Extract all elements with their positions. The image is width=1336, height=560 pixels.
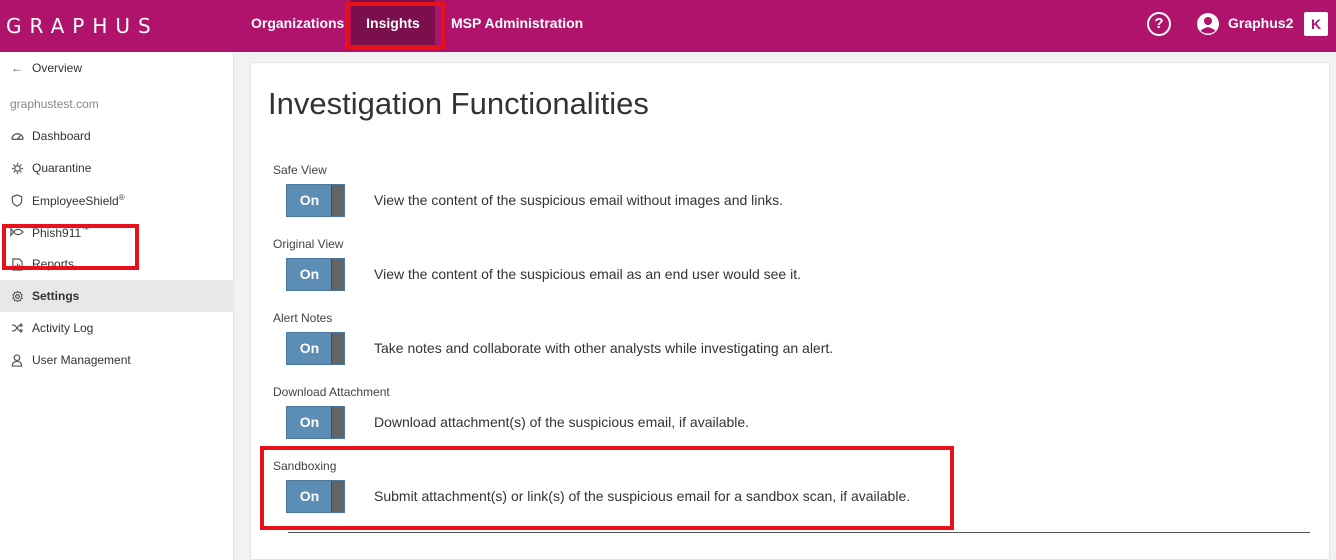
sidebar-item-dashboard[interactable]: Dashboard: [0, 120, 234, 152]
sidebar-item-quarantine[interactable]: Quarantine: [0, 152, 234, 184]
toggle-knob: [331, 333, 344, 364]
sidebar-item-settings[interactable]: Settings: [0, 280, 234, 312]
user-icon: [10, 353, 24, 367]
nav-organizations[interactable]: Organizations: [251, 0, 344, 46]
sidebar-back-overview[interactable]: ← Overview: [0, 52, 234, 84]
sidebar-item-label: Settings: [32, 289, 80, 303]
shuffle-icon: [10, 321, 24, 335]
toggle-alert-notes[interactable]: On: [286, 332, 345, 365]
sidebar-back-label: Overview: [32, 61, 83, 75]
toggle-state: On: [299, 414, 320, 430]
sidebar-item-label: User Management: [32, 353, 131, 367]
divider: [288, 532, 1310, 533]
feature-label-download-attachment: Download Attachment: [273, 385, 390, 399]
sidebar-item-label: Activity Log: [32, 321, 94, 335]
feature-desc-download-attachment: Download attachment(s) of the suspicious…: [374, 414, 750, 430]
nav-msp-administration[interactable]: MSP Administration: [451, 0, 583, 46]
toggle-state: On: [299, 192, 320, 208]
sidebar-item-label: EmployeeShield®: [32, 192, 125, 208]
sidebar-item-user-management[interactable]: User Management: [0, 344, 234, 376]
dashboard-icon: [10, 129, 24, 143]
help-icon[interactable]: ?: [1147, 12, 1171, 36]
gear-icon: [10, 289, 24, 303]
top-bar: GRAPHUS Organizations Insights MSP Admin…: [0, 0, 1336, 52]
feature-label-original-view: Original View: [273, 237, 344, 251]
kaseya-logo-icon[interactable]: K: [1304, 12, 1328, 36]
sidebar-domain: graphustest.com: [10, 97, 99, 111]
feature-desc-original-view: View the content of the suspicious email…: [374, 266, 801, 282]
toggle-original-view[interactable]: On: [286, 258, 345, 291]
toggle-knob: [331, 185, 344, 216]
toggle-knob: [331, 259, 344, 290]
toggle-state: On: [299, 340, 320, 356]
toggle-safe-view[interactable]: On: [286, 184, 345, 217]
sidebar-item-label: Quarantine: [32, 161, 92, 175]
toggle-download-attachment[interactable]: On: [286, 406, 345, 439]
sidebar: ← Overview graphustest.com Dashboard Qua…: [0, 52, 234, 560]
highlight-sandboxing: [260, 446, 954, 530]
highlight-insights: [345, 2, 445, 49]
logo-text: GRAPHUS: [6, 14, 159, 38]
shield-icon: [10, 193, 24, 207]
back-arrow-icon: ←: [11, 61, 23, 75]
feature-desc-alert-notes: Take notes and collaborate with other an…: [374, 340, 834, 356]
feature-desc-safe-view: View the content of the suspicious email…: [374, 192, 784, 208]
graphus-logo[interactable]: GRAPHUS: [6, 8, 159, 44]
feature-label-safe-view: Safe View: [273, 163, 327, 177]
toggle-knob: [331, 407, 344, 438]
user-name[interactable]: Graphus2: [1228, 15, 1293, 31]
sidebar-item-label: Dashboard: [32, 129, 91, 143]
quarantine-icon: [10, 161, 24, 175]
toggle-state: On: [299, 266, 320, 282]
feature-label-alert-notes: Alert Notes: [273, 311, 333, 325]
user-avatar-icon[interactable]: [1196, 12, 1220, 36]
highlight-settings: [2, 224, 139, 270]
sidebar-item-employeeshield[interactable]: EmployeeShield®: [0, 184, 234, 216]
sidebar-item-activity-log[interactable]: Activity Log: [0, 312, 234, 344]
page-title: Investigation Functionalities: [268, 86, 649, 121]
